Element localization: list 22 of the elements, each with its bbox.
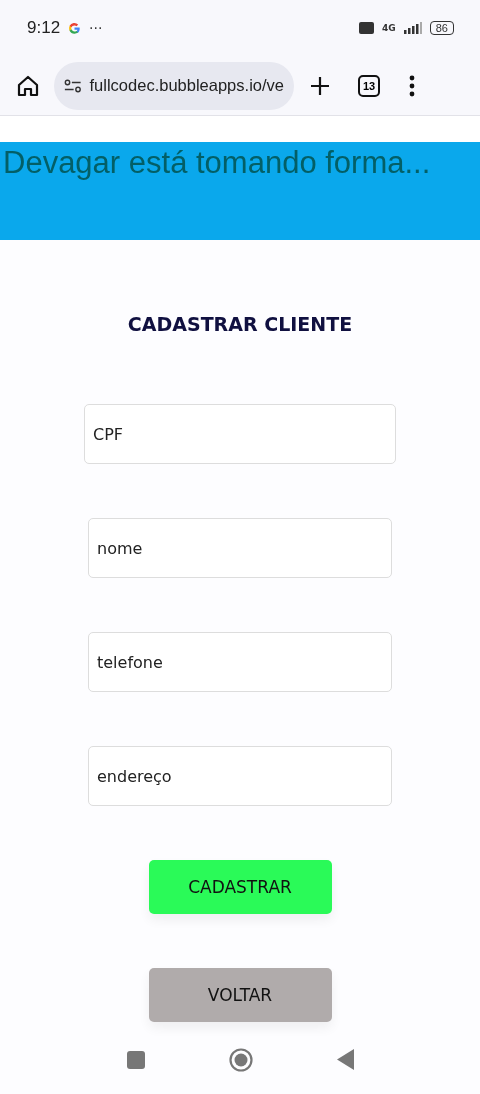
battery-indicator: 86: [429, 21, 454, 35]
tab-count-button[interactable]: 13: [358, 74, 380, 97]
form-title: CADASTRAR CLIENTE: [127, 313, 353, 335]
input-field[interactable]: endereço: [88, 746, 392, 806]
banner-text: Devagar está tomando forma...: [3, 145, 431, 181]
form-button[interactable]: VOLTAR: [148, 968, 332, 1022]
home-nav-button[interactable]: [228, 1047, 253, 1072]
input-field[interactable]: nome: [88, 518, 392, 578]
form-button[interactable]: CADASTRAR: [148, 860, 332, 914]
status-time: 9:12: [27, 18, 61, 38]
signal-icon: [403, 22, 422, 34]
url-text: fullcodec.bubbleapps.io/ve: [89, 76, 284, 95]
input-field[interactable]: CPF: [84, 404, 396, 464]
menu-button[interactable]: [408, 73, 416, 98]
back-button[interactable]: [336, 1049, 354, 1070]
recents-button[interactable]: [126, 1050, 145, 1069]
network-type: 4G: [382, 23, 396, 33]
address-bar[interactable]: fullcodec.bubbleapps.io/ve: [54, 61, 294, 110]
home-button[interactable]: [16, 73, 40, 98]
site-settings-icon: [64, 77, 82, 94]
input-field[interactable]: telefone: [88, 632, 392, 692]
more-notifications: ···: [89, 20, 103, 36]
